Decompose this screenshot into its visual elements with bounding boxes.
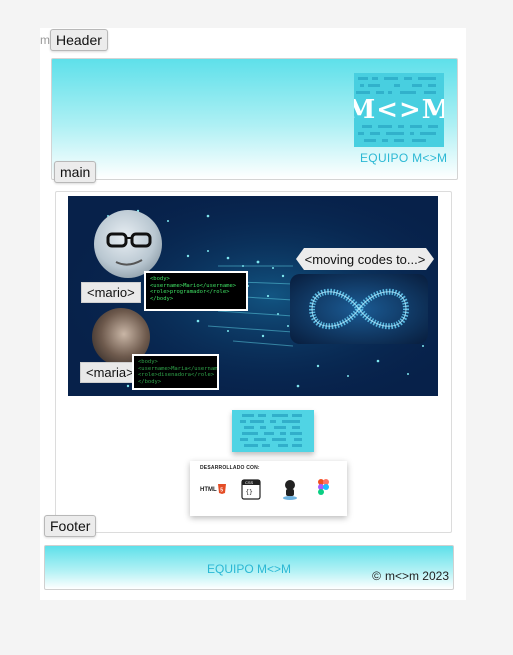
- hero-banner: <mario> <body> <username>Mario</username…: [68, 196, 438, 396]
- maria-code-block: <body> <username>Maria</username> <role>…: [132, 354, 219, 390]
- maria-label: <maria>: [80, 362, 140, 383]
- code-line: </body>: [150, 295, 174, 302]
- code-line: </body>: [138, 378, 162, 385]
- footer-team-label: EQUIPO M<>M: [207, 562, 292, 576]
- header-team-label: EQUIPO M<>M: [360, 151, 448, 165]
- brand-logo[interactable]: M<>M: [354, 73, 444, 147]
- css3-icon: CSS {}: [241, 479, 261, 500]
- tool-icons: HTML 5 CSS {}: [200, 479, 329, 500]
- svg-text:HTML: HTML: [200, 487, 217, 493]
- github-icon: [283, 480, 297, 500]
- header: M<>M EQUIPO M<>M: [51, 58, 458, 180]
- developed-with-card: DESARROLLADO CON: HTML 5 CSS {}: [190, 461, 347, 516]
- footer-tag: Footer: [44, 515, 97, 537]
- header-tag: Header: [50, 29, 108, 51]
- copyright-text: m<>m 2023: [384, 569, 449, 583]
- svg-text:CSS: CSS: [245, 480, 254, 485]
- footer-copyright: © m<>m 2023: [372, 569, 449, 583]
- glasses-icon: [106, 232, 152, 266]
- code-line: <role>disenadora</role>: [138, 372, 215, 378]
- footer: EQUIPO M<>M © m<>m 2023: [44, 545, 454, 590]
- infinity-icon: [290, 274, 428, 344]
- speech-bubble: <moving codes to...>: [296, 248, 434, 270]
- main-tag: main: [54, 161, 97, 183]
- svg-text:5: 5: [220, 488, 223, 494]
- small-logo-pattern: [240, 414, 302, 447]
- logo-text: M<>M: [354, 95, 444, 125]
- small-logo[interactable]: [232, 410, 314, 452]
- mario-label: <mario>: [81, 282, 141, 303]
- code-line: <role>programador</role>: [150, 289, 230, 295]
- html5-icon: HTML 5: [200, 484, 226, 494]
- infinity-graphic: [290, 274, 428, 344]
- mario-photo: [94, 210, 162, 278]
- mario-code-block: <body> <username>Mario</username> <role>…: [144, 271, 248, 311]
- copyright-icon: ©: [372, 569, 381, 583]
- corner-text: m: [40, 33, 50, 47]
- svg-text:{}: {}: [246, 489, 253, 496]
- figma-icon: [318, 479, 329, 495]
